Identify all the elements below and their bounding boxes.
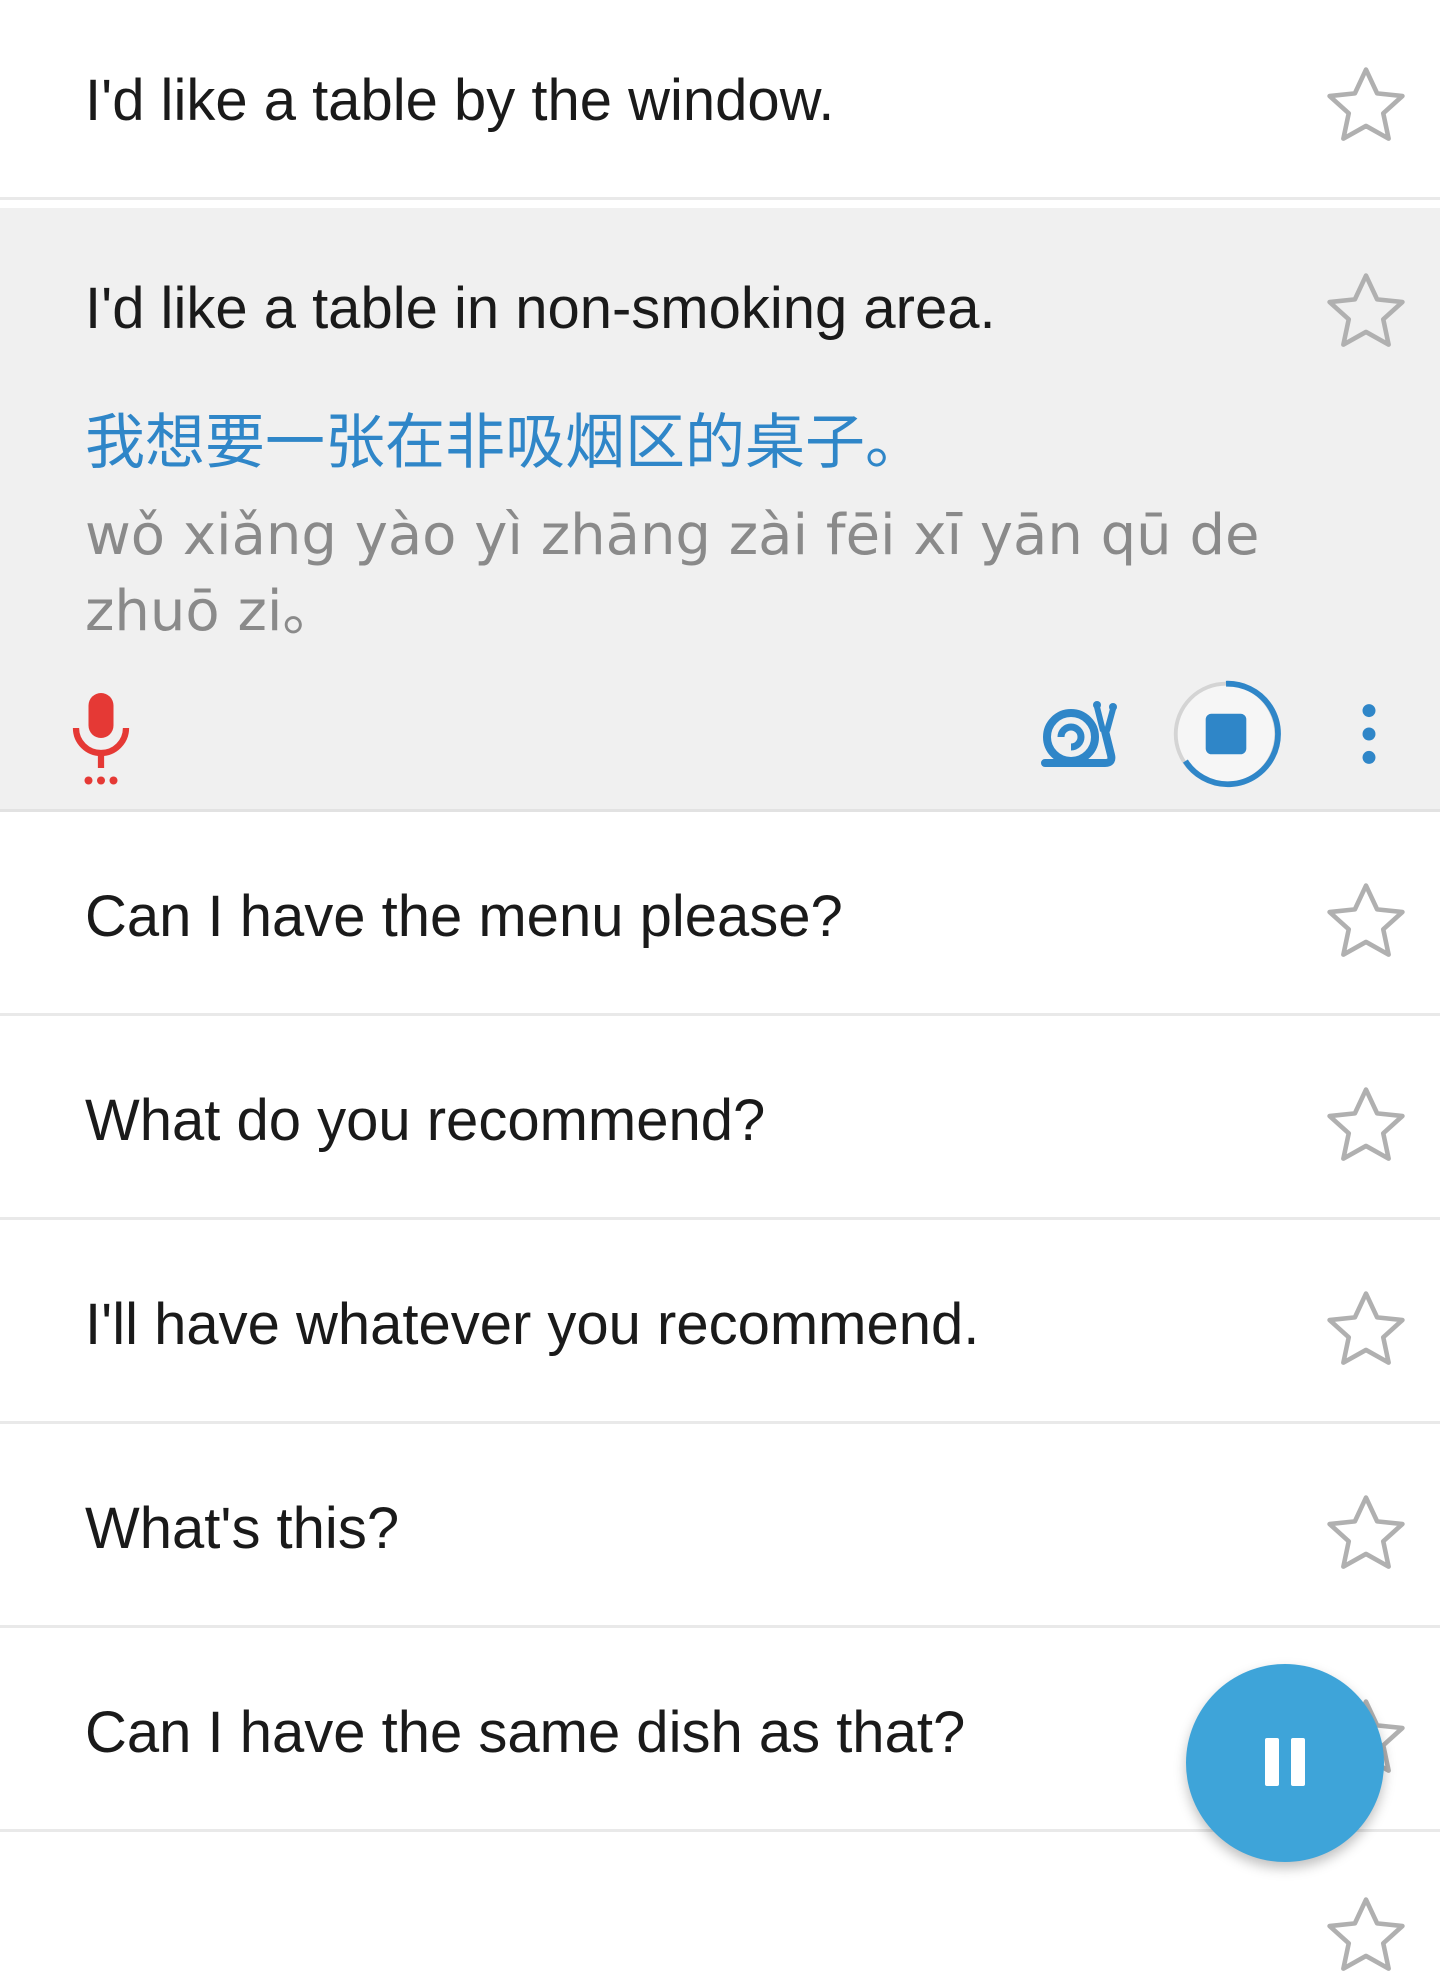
pause-button[interactable] [1186, 1664, 1384, 1862]
phrase-english: Can I have the same dish as that? [85, 1700, 966, 1765]
star-icon[interactable] [1320, 1080, 1412, 1172]
phrase-english: What's this? [85, 1496, 400, 1561]
microphone-icon[interactable] [66, 688, 136, 788]
stop-button[interactable] [1168, 676, 1284, 792]
star-icon[interactable] [1320, 266, 1412, 358]
star-icon[interactable] [1320, 1488, 1412, 1580]
star-icon[interactable] [1320, 876, 1412, 968]
phrase-chinese: 我想要一张在非吸烟区的桌子。 [85, 408, 925, 478]
phrase-english: I'd like a table in non-smoking area. [85, 276, 996, 341]
phrase-english: Can I have the menu please? [85, 884, 843, 949]
phrase-row[interactable]: What's this? [0, 1428, 1440, 1628]
phrase-row[interactable]: I'll have whatever you recommend. [0, 1224, 1440, 1424]
phrase-english: What do you recommend? [85, 1088, 766, 1153]
star-icon[interactable] [1320, 1890, 1412, 1982]
phrase-row[interactable]: Can I have the menu please? [0, 816, 1440, 1016]
stop-icon [1205, 713, 1247, 755]
snail-icon[interactable] [1036, 695, 1118, 775]
phrase-row[interactable]: I'd like a table by the window. [0, 0, 1440, 200]
more-vertical-icon[interactable] [1340, 698, 1398, 770]
phrase-row[interactable]: What do you recommend? [0, 1020, 1440, 1220]
phrase-english: I'd like a table by the window. [85, 68, 835, 133]
star-icon[interactable] [1320, 60, 1412, 152]
phrase-row[interactable] [0, 1836, 1440, 1971]
phrase-pinyin: wǒ xiǎng yào yì zhāng zài fēi xī yān qū … [85, 503, 1260, 644]
phrase-english: I'll have whatever you recommend. [85, 1292, 980, 1357]
star-icon[interactable] [1320, 1284, 1412, 1376]
